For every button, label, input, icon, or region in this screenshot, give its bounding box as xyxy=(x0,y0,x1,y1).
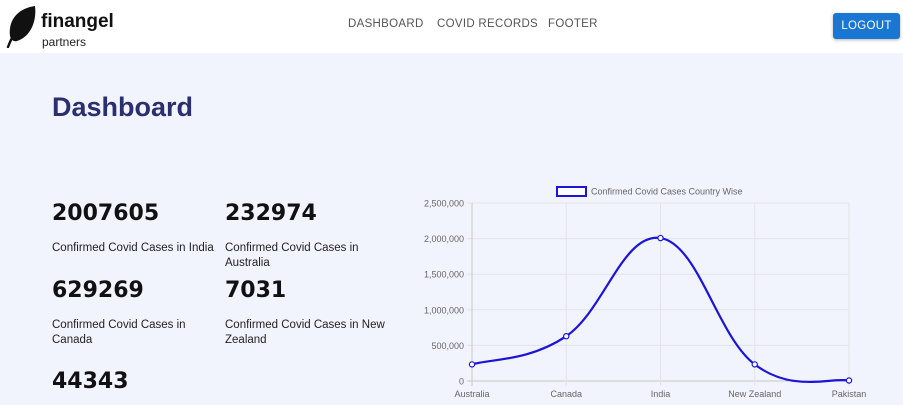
x-tick-label: Canada xyxy=(550,389,582,399)
x-tick-label: India xyxy=(651,389,671,399)
x-tick-label: New Zealand xyxy=(728,389,781,399)
stat-value: 7031 xyxy=(225,278,287,303)
stat-value: 232974 xyxy=(225,201,317,226)
stat-label: Confirmed Covid Cases in Canada xyxy=(52,319,186,346)
brand-name: finangel xyxy=(41,11,114,32)
nav-covid-records-link[interactable]: COVID RECORDS xyxy=(437,18,538,30)
covid-cases-line-chart: 0 500,000 1,000,000 1,500,000 2,000,000 2,500… xyxy=(424,186,867,399)
data-point xyxy=(657,234,664,242)
stat-card-new-zealand: 7031 Confirmed Covid Cases in New Zealan… xyxy=(225,278,395,348)
stat-label: Confirmed Covid Cases in Australia xyxy=(225,242,359,269)
stat-value: 44343 xyxy=(52,369,129,394)
nav-dashboard-link[interactable]: DASHBOARD xyxy=(348,18,424,30)
stat-card-pakistan: 44343 xyxy=(52,369,222,395)
data-point xyxy=(845,377,853,384)
stat-card-canada: 629269 Confirmed Covid Cases in Canada xyxy=(52,278,222,348)
stat-card-india: 2007605 Confirmed Covid Cases in India xyxy=(52,201,222,256)
leaf-icon xyxy=(6,6,36,48)
stat-value: 2007605 xyxy=(52,201,160,226)
data-point xyxy=(751,361,758,368)
data-point xyxy=(563,332,570,340)
logout-button[interactable]: LOGOUT xyxy=(833,13,900,39)
legend-label: Confirmed Covid Cases Country Wise xyxy=(591,187,743,197)
y-tick-label: 1,000,000 xyxy=(424,305,464,315)
y-tick-label: 0 xyxy=(459,377,464,387)
stat-value: 629269 xyxy=(52,278,144,303)
brand-subtitle: partners xyxy=(42,35,87,49)
y-tick-label: 1,500,000 xyxy=(424,270,464,280)
y-tick-label: 500,000 xyxy=(431,341,464,351)
brand-logo[interactable]: finangel partners xyxy=(6,4,126,50)
data-point xyxy=(468,361,476,368)
stat-label: Confirmed Covid Cases in India xyxy=(52,242,214,254)
stat-card-australia: 232974 Confirmed Covid Cases in Australi… xyxy=(225,201,395,271)
navbar: finangel partners DASHBOARD COVID RECORD… xyxy=(0,0,903,53)
page-title: Dashboard xyxy=(52,92,194,122)
x-tick-label: Australia xyxy=(454,389,489,399)
y-tick-label: 2,000,000 xyxy=(424,234,464,244)
nav-footer-link[interactable]: FOOTER xyxy=(548,18,598,30)
legend-swatch xyxy=(556,186,587,197)
stat-label: Confirmed Covid Cases in New Zealand xyxy=(225,319,385,346)
y-tick-label: 2,500,000 xyxy=(424,199,464,209)
x-tick-label: Pakistan xyxy=(832,389,867,399)
